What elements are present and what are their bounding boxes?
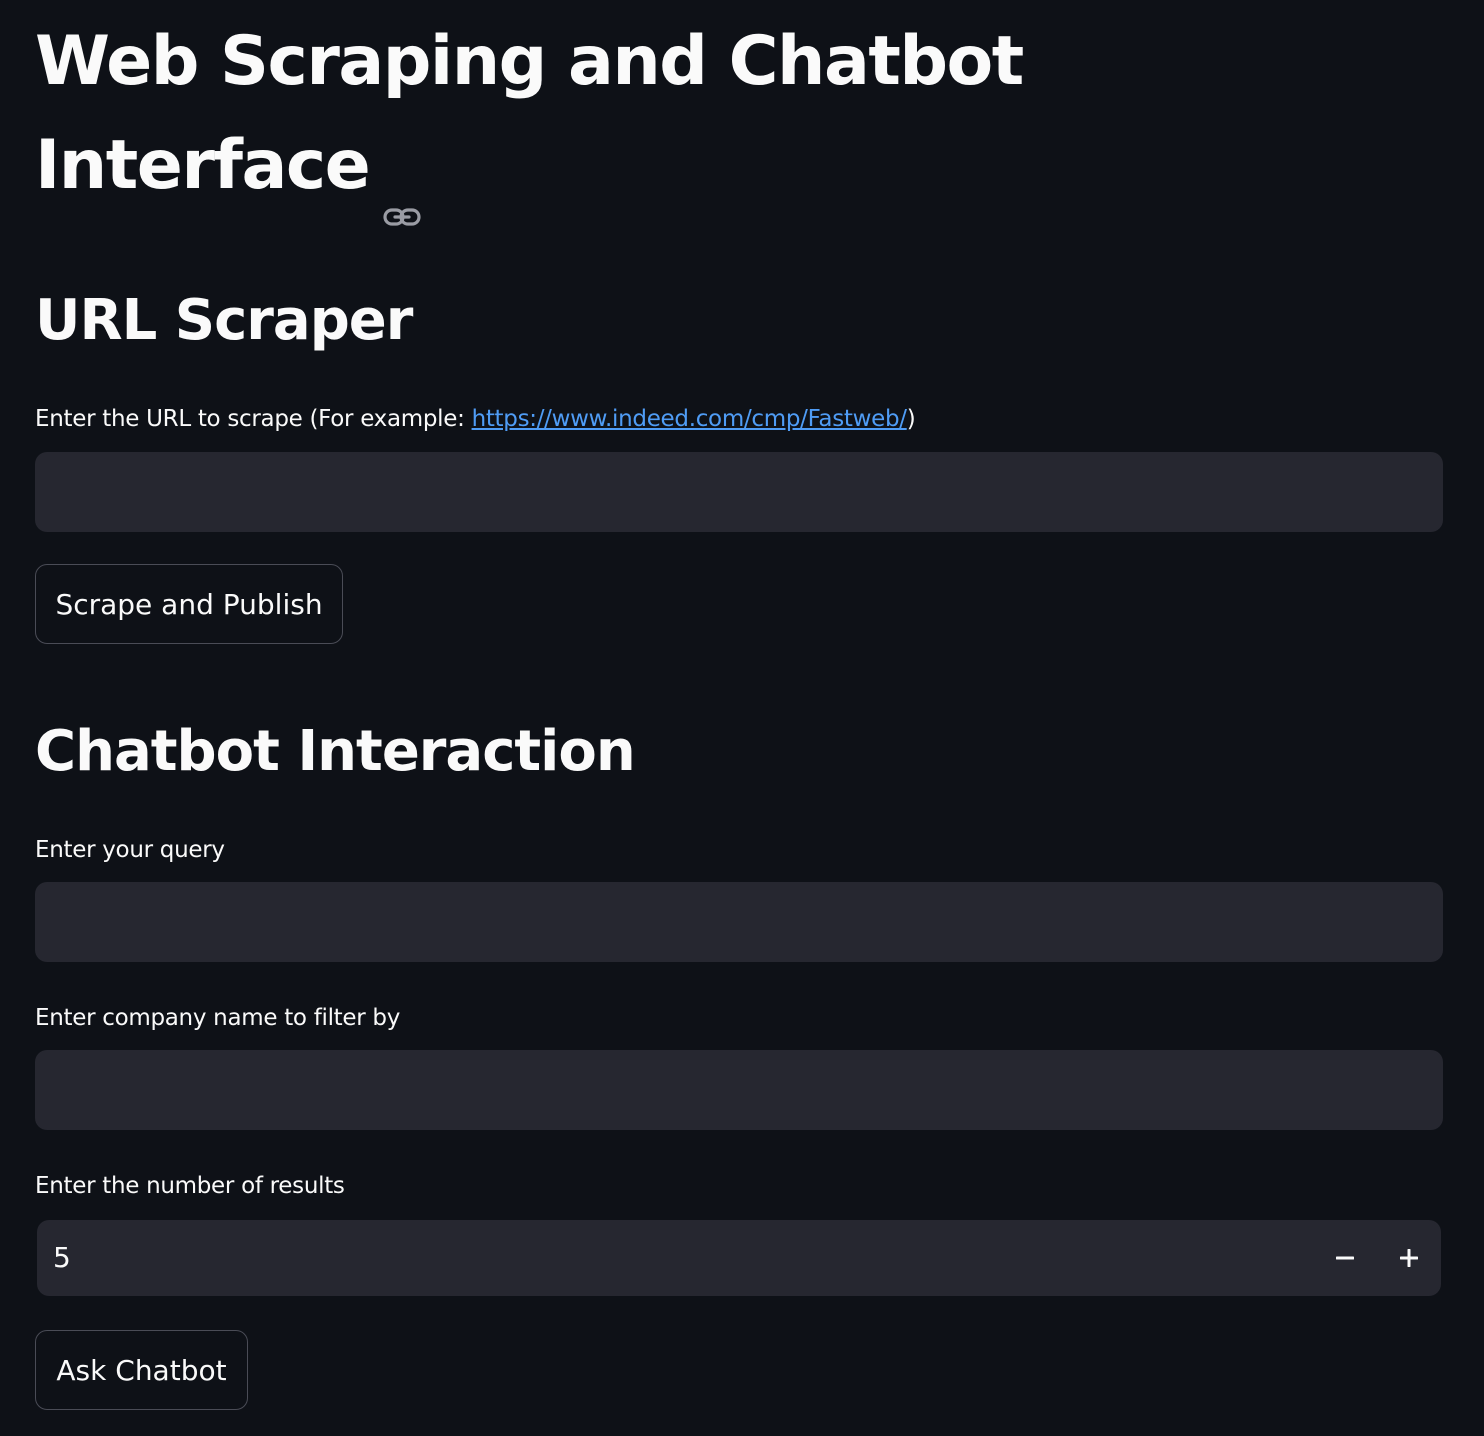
url-label-suffix: ) (906, 406, 916, 432)
url-scraper-heading: URL Scraper (35, 288, 413, 353)
company-filter-label: Enter company name to filter by (35, 1005, 401, 1031)
results-count-label: Enter the number of results (35, 1173, 345, 1199)
url-input-label: Enter the URL to scrape (For example: ht… (35, 404, 916, 434)
plus-icon (1400, 1249, 1418, 1267)
scrape-and-publish-label: Scrape and Publish (55, 587, 323, 621)
page-title-text: Web Scraping and Chatbot Interface (35, 22, 1024, 205)
page-title: Web Scraping and Chatbot Interface (35, 10, 1185, 227)
increment-button[interactable] (1377, 1220, 1441, 1296)
query-input[interactable] (35, 882, 1443, 962)
example-url-link[interactable]: https://www.indeed.com/cmp/Fastweb/ (472, 406, 907, 432)
decrement-button[interactable] (1313, 1220, 1377, 1296)
minus-icon (1336, 1256, 1354, 1260)
link-icon[interactable] (383, 154, 421, 227)
url-input[interactable] (35, 452, 1443, 532)
results-count-value[interactable]: 5 (53, 1220, 71, 1296)
company-filter-input[interactable] (35, 1050, 1443, 1130)
results-count-stepper: 5 (37, 1220, 1441, 1296)
ask-chatbot-button[interactable]: Ask Chatbot (35, 1330, 248, 1410)
ask-chatbot-label: Ask Chatbot (56, 1353, 227, 1387)
query-input-label: Enter your query (35, 837, 225, 863)
url-label-prefix: Enter the URL to scrape (For example: (35, 406, 472, 432)
chatbot-heading: Chatbot Interaction (35, 719, 636, 784)
scrape-and-publish-button[interactable]: Scrape and Publish (35, 564, 343, 644)
